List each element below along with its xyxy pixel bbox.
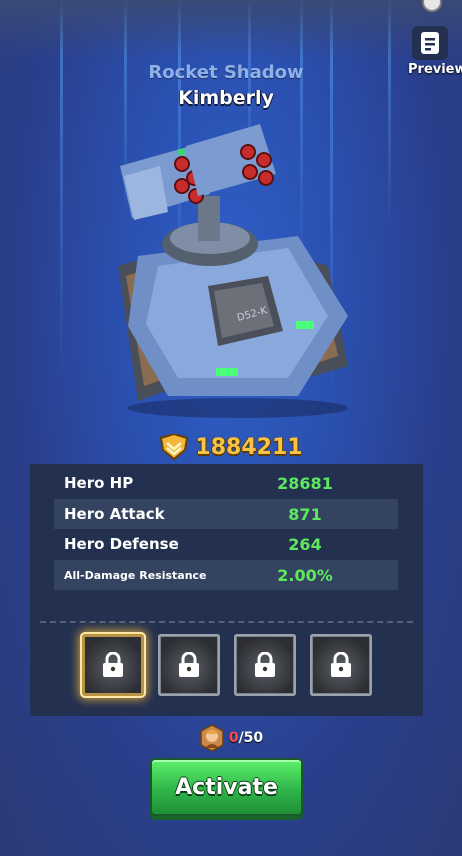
shard-cost: 0/50 — [0, 724, 462, 752]
power-display: 1884211 — [0, 434, 462, 460]
stat-value: 871 — [288, 504, 322, 524]
hero-shard-icon — [200, 724, 224, 752]
stat-row-attack: Hero Attack 871 — [54, 499, 398, 529]
lock-icon — [179, 652, 199, 677]
stat-label: Hero Attack — [64, 505, 165, 523]
divider — [40, 621, 413, 623]
stat-label: Hero HP — [64, 474, 134, 492]
activate-button[interactable]: Activate — [150, 758, 303, 816]
power-value: 1884211 — [195, 434, 303, 460]
shard-required: /50 — [238, 730, 264, 746]
stat-row-resistance: All-Damage Resistance 2.00% — [54, 560, 398, 590]
skill-slot-1[interactable] — [82, 634, 144, 696]
lock-icon — [103, 652, 123, 677]
hero-class-name: Rocket Shadow — [148, 62, 304, 83]
stat-label: Hero Defense — [64, 535, 179, 553]
shield-power-icon — [160, 434, 189, 460]
hero-name: Kimberly — [178, 87, 274, 109]
stat-value: 2.00% — [277, 565, 333, 585]
stat-value: 264 — [288, 534, 322, 554]
lock-icon — [331, 652, 351, 677]
skill-slot-4[interactable] — [310, 634, 372, 696]
shard-current: 0 — [228, 730, 239, 746]
shard-count: 0/50 — [229, 730, 263, 746]
lock-icon — [255, 652, 275, 677]
top-shadow — [0, 0, 462, 60]
stats-panel: Hero HP 28681 Hero Attack 871 Hero Defen… — [30, 464, 423, 716]
hero-tank-image: D52-K — [118, 124, 348, 418]
stat-label: All-Damage Resistance — [64, 568, 207, 582]
skill-slot-2[interactable] — [158, 634, 220, 696]
stat-row-defense: Hero Defense 264 — [54, 529, 398, 559]
stat-row-hp: Hero HP 28681 — [54, 468, 398, 498]
stat-value: 28681 — [277, 473, 333, 493]
activate-label: Activate — [175, 774, 278, 800]
document-icon — [412, 26, 448, 60]
skill-slot-3[interactable] — [234, 634, 296, 696]
